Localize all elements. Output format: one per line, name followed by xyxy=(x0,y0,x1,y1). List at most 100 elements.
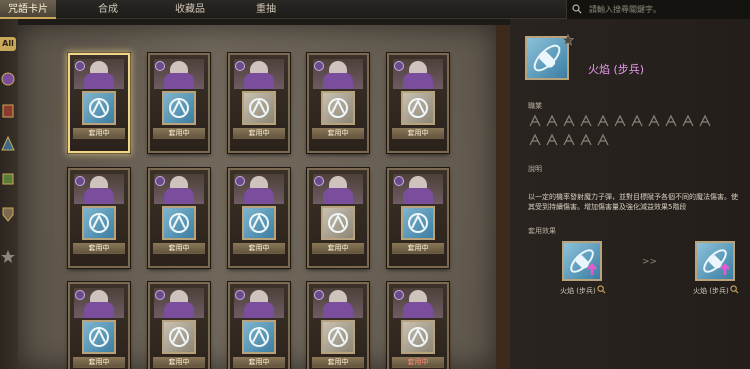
zoom-icon[interactable] xyxy=(597,285,606,294)
mage-portrait xyxy=(313,288,363,318)
class-icon xyxy=(580,114,592,127)
effect-to-rune xyxy=(695,241,735,281)
upgrade-arrow-icon: >> xyxy=(642,257,658,267)
grade-orb-icon xyxy=(75,290,85,300)
class-icon xyxy=(648,114,660,127)
tab-synthesis[interactable]: 合成 xyxy=(78,0,138,19)
mage-portrait xyxy=(74,174,124,204)
card-ornament xyxy=(312,253,364,263)
class-icon xyxy=(682,114,694,127)
rune-icon xyxy=(162,91,196,125)
grade-orb-icon xyxy=(155,290,165,300)
flame-bullet-icon xyxy=(570,249,597,275)
rune-icon xyxy=(242,91,276,125)
spell-card[interactable]: 套用中 xyxy=(307,282,369,369)
effect-from-name: 火焰 (步兵) xyxy=(560,287,596,295)
zoom-icon[interactable] xyxy=(730,285,739,294)
spell-card[interactable]: 套用中 xyxy=(68,53,130,153)
rune-icon xyxy=(401,91,435,125)
spell-card[interactable]: 套用中 xyxy=(228,282,290,369)
card-ornament xyxy=(233,253,285,263)
rune-icon xyxy=(82,91,116,125)
mage-portrait xyxy=(74,288,124,318)
mage-portrait xyxy=(393,59,443,89)
grade-orb-icon xyxy=(314,176,324,186)
mage-portrait xyxy=(234,288,284,318)
rune-icon xyxy=(242,320,276,354)
grade-orb-icon xyxy=(394,61,404,71)
category-favorite-icon[interactable] xyxy=(0,247,18,267)
class-icon xyxy=(563,133,575,146)
favorite-star-icon[interactable] xyxy=(562,34,574,46)
class-icon xyxy=(597,133,609,146)
class-icon xyxy=(529,114,541,127)
spell-card[interactable]: 套用中 xyxy=(68,282,130,369)
card-ornament xyxy=(153,138,205,148)
spell-card[interactable]: 套用中 xyxy=(387,168,449,268)
grade-orb-icon xyxy=(155,61,165,71)
effect-from-rune xyxy=(562,241,602,281)
flame-bullet-icon xyxy=(533,44,561,72)
category-all-button[interactable]: All xyxy=(0,37,16,51)
category-guardian-icon[interactable] xyxy=(0,204,18,224)
tab-collection[interactable]: 收藏品 xyxy=(160,0,220,19)
effect-label: 套用效果 xyxy=(528,227,556,235)
category-rail: All xyxy=(0,19,18,369)
description-text: 以一定的機率發射魔力子彈，並對目標賦予各個不同的魔法傷害。使其受到持續傷害。增加… xyxy=(528,193,738,211)
search-icon xyxy=(572,4,582,14)
rune-icon xyxy=(321,91,355,125)
spell-card[interactable]: 套用中 xyxy=(148,168,210,268)
grade-orb-icon xyxy=(75,176,85,186)
mage-portrait xyxy=(393,174,443,204)
class-icon xyxy=(563,114,575,127)
class-icons-row xyxy=(528,114,728,130)
grade-orb-icon xyxy=(235,176,245,186)
grade-orb-icon xyxy=(314,61,324,71)
class-icon xyxy=(546,133,558,146)
card-ornament xyxy=(153,253,205,263)
mage-portrait xyxy=(74,59,124,89)
category-mage-icon[interactable] xyxy=(0,69,18,89)
class-icon xyxy=(699,114,711,127)
card-ornament xyxy=(73,138,125,148)
spell-card[interactable]: 套用中 xyxy=(228,53,290,153)
rune-icon xyxy=(82,206,116,240)
spell-card[interactable]: 套用中 xyxy=(68,168,130,268)
category-ranger-icon[interactable] xyxy=(0,169,18,189)
rune-icon xyxy=(401,206,435,240)
flame-bullet-icon xyxy=(703,249,730,275)
class-icon xyxy=(631,114,643,127)
grade-orb-icon xyxy=(314,290,324,300)
mage-portrait xyxy=(154,174,204,204)
card-detail-panel: 火焰 (步兵) 職業 說明 以一定的機率發射魔力子彈，並對目標賦予各個不同的魔法… xyxy=(510,19,750,369)
mage-portrait xyxy=(234,59,284,89)
category-archer-icon[interactable] xyxy=(0,134,18,154)
card-ornament xyxy=(392,138,444,148)
description-label: 說明 xyxy=(528,165,542,173)
search-input[interactable]: 請輸入搜尋關鍵字。 xyxy=(566,0,750,19)
card-grid: 套用中 套用中 套用中 套用中 套用中 套用中 套用中 套用中 套用中 套用中 套用中 套用中 套用中套… xyxy=(18,25,510,369)
tab-reroll[interactable]: 重抽 xyxy=(236,0,296,19)
spell-card[interactable]: 套用中 xyxy=(148,282,210,369)
class-icon xyxy=(529,133,541,146)
class-icon xyxy=(580,133,592,146)
grade-orb-icon xyxy=(155,176,165,186)
class-icons-row-2 xyxy=(528,133,728,149)
spell-card[interactable]: 套用中 xyxy=(307,168,369,268)
spell-card[interactable]: 套用中 xyxy=(387,282,449,369)
category-warrior-icon[interactable] xyxy=(0,101,18,121)
rune-icon xyxy=(162,206,196,240)
class-icon xyxy=(614,114,626,127)
card-ornament xyxy=(233,138,285,148)
rune-icon xyxy=(401,320,435,354)
rune-icon xyxy=(242,206,276,240)
mage-portrait xyxy=(154,59,204,89)
rune-icon xyxy=(321,206,355,240)
tab-spell-cards[interactable]: 咒語卡片 xyxy=(0,0,56,19)
spell-card[interactable]: 套用中 xyxy=(387,53,449,153)
spell-card[interactable]: 套用中 xyxy=(228,168,290,268)
spell-card[interactable]: 套用中 xyxy=(307,53,369,153)
grade-orb-icon xyxy=(235,61,245,71)
spell-card[interactable]: 套用中 xyxy=(148,53,210,153)
grade-orb-icon xyxy=(75,61,85,71)
